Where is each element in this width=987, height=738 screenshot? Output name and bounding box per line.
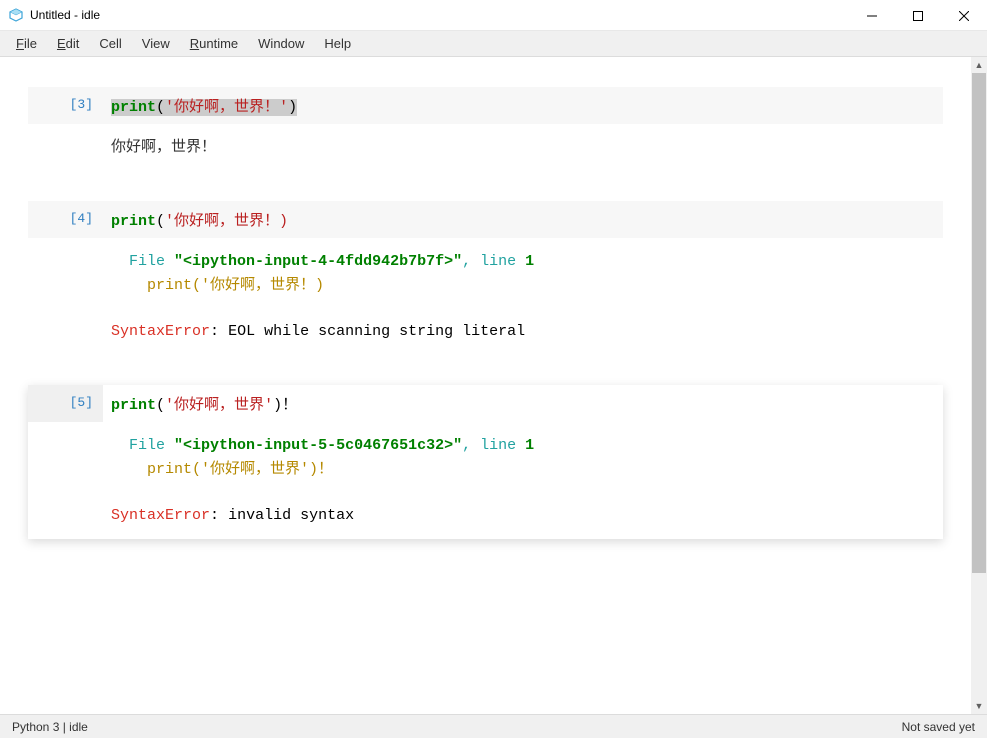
prompt-label: [3] (70, 97, 93, 112)
code-token: ' (264, 397, 273, 414)
menu-cell[interactable]: Cell (89, 33, 131, 54)
code-token: ( (156, 99, 165, 116)
code-token: ) (288, 99, 297, 116)
prompt-area: [5] (28, 385, 103, 422)
code-token: 你好啊，世界！) (174, 213, 288, 230)
maximize-button[interactable] (895, 0, 941, 31)
code-token: print (111, 99, 156, 116)
vertical-scrollbar[interactable]: ▲ ▼ (971, 57, 987, 714)
status-left: Python 3 | idle (12, 720, 88, 734)
menu-window[interactable]: Window (248, 33, 314, 54)
tb-sep: , (462, 437, 480, 454)
prompt-area: [4] (28, 201, 103, 238)
tb-error-name: SyntaxError (111, 323, 210, 340)
code-token: print (111, 397, 156, 414)
scroll-down-icon[interactable]: ▼ (971, 698, 987, 714)
code-token: 你好啊，世界 (174, 397, 264, 414)
statusbar: Python 3 | idle Not saved yet (0, 714, 987, 738)
content-area: [3] print('你好啊，世界！') 你好啊，世界！ [4] print('… (0, 57, 987, 714)
menu-help[interactable]: Help (314, 33, 361, 54)
code-token: ！ (282, 397, 297, 414)
cell[interactable]: [4] print('你好啊，世界！) File "<ipython-input… (28, 201, 943, 355)
code-area[interactable]: print('你好啊，世界！') (103, 87, 943, 124)
app-icon (8, 7, 24, 23)
window-controls (849, 0, 987, 31)
cell-output: File "<ipython-input-4-4fdd942b7b7f>", l… (28, 238, 943, 355)
code-token: 你好啊，世界！ (174, 99, 279, 116)
code-token: ' (165, 397, 174, 414)
code-token: ' (165, 213, 174, 230)
menu-file[interactable]: File (6, 33, 47, 54)
code-area[interactable]: print('你好啊，世界！) (103, 201, 943, 238)
scroll-up-icon[interactable]: ▲ (971, 57, 987, 73)
status-right: Not saved yet (902, 720, 975, 734)
code-token: ) (273, 397, 282, 414)
code-token: ( (156, 397, 165, 414)
prompt-label: [5] (70, 395, 93, 410)
scrollbar-thumb[interactable] (972, 73, 986, 573)
cell-input[interactable]: [3] print('你好啊，世界！') (28, 87, 943, 124)
menu-runtime[interactable]: Runtime (180, 33, 248, 54)
tb-file-str: "<ipython-input-5-5c0467651c32>" (174, 437, 462, 454)
cell-output: 你好啊，世界！ (28, 124, 943, 171)
minimize-button[interactable] (849, 0, 895, 31)
tb-file-label: File (129, 253, 165, 270)
tb-echo: print('你好啊，世界')！ (147, 461, 333, 478)
tb-error-name: SyntaxError (111, 507, 210, 524)
prompt-label: [4] (70, 211, 93, 226)
code-token: ' (279, 99, 288, 116)
close-button[interactable] (941, 0, 987, 31)
tb-sep: , (462, 253, 480, 270)
code-area[interactable]: print('你好啊，世界')！ (103, 385, 943, 422)
tb-lineno: 1 (525, 437, 534, 454)
cell[interactable]: [5] print('你好啊，世界')！ File "<ipython-inpu… (28, 385, 943, 539)
tb-line-label: line (480, 253, 516, 270)
notebook: [3] print('你好啊，世界！') 你好啊，世界！ [4] print('… (0, 57, 971, 589)
code-token: print (111, 213, 156, 230)
window-title: Untitled - idle (30, 8, 100, 22)
tb-line-label: line (480, 437, 516, 454)
titlebar: Untitled - idle (0, 0, 987, 31)
code-token: ' (165, 99, 174, 116)
tb-echo: print('你好啊，世界！) (147, 277, 324, 294)
tb-file-label: File (129, 437, 165, 454)
tb-lineno: 1 (525, 253, 534, 270)
cell-output: File "<ipython-input-5-5c0467651c32>", l… (28, 422, 943, 539)
code-token: ( (156, 213, 165, 230)
menubar: File Edit Cell View Runtime Window Help (0, 31, 987, 57)
prompt-area: [3] (28, 87, 103, 124)
menu-edit[interactable]: Edit (47, 33, 89, 54)
tb-error-msg: invalid syntax (228, 507, 354, 524)
cell-input[interactable]: [4] print('你好啊，世界！) (28, 201, 943, 238)
tb-file-str: "<ipython-input-4-4fdd942b7b7f>" (174, 253, 462, 270)
cell[interactable]: [3] print('你好啊，世界！') 你好啊，世界！ (28, 87, 943, 171)
tb-error-msg: EOL while scanning string literal (228, 323, 525, 340)
menu-view[interactable]: View (132, 33, 180, 54)
cell-input[interactable]: [5] print('你好啊，世界')！ (28, 385, 943, 422)
output-text: 你好啊，世界！ (111, 139, 216, 156)
